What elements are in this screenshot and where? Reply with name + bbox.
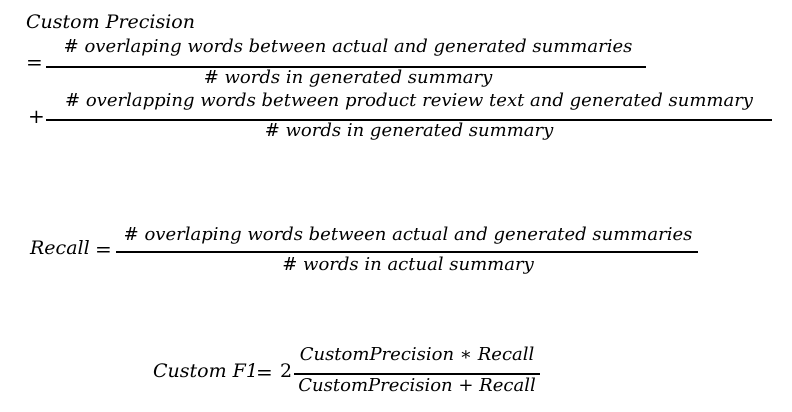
equals-sign: = — [256, 360, 273, 384]
f1-denominator: CustomPrecision + Recall — [298, 375, 536, 396]
precision-term2-numerator: # overlapping words between product revi… — [65, 90, 753, 111]
precision-term2-denominator: # words in generated summary — [264, 120, 554, 141]
precision-term1-denominator: # words in generated summary — [203, 67, 493, 88]
fraction-bar — [116, 251, 698, 253]
precision-term1-numerator: # overlaping words between actual and ge… — [63, 36, 633, 57]
equals-sign: = — [26, 50, 43, 74]
f1-numerator: CustomPrecision ∗ Recall — [299, 344, 535, 365]
recall-denominator: # words in actual summary — [282, 254, 534, 275]
recall-numerator: # overlaping words between actual and ge… — [123, 224, 693, 245]
custom-f1-label: Custom F1 — [153, 360, 258, 382]
custom-precision-title: Custom Precision — [26, 11, 195, 33]
f1-coefficient: 2 — [280, 360, 293, 382]
recall-label: Recall — [30, 237, 90, 259]
plus-sign: + — [28, 104, 45, 128]
equals-sign: = — [95, 237, 112, 261]
